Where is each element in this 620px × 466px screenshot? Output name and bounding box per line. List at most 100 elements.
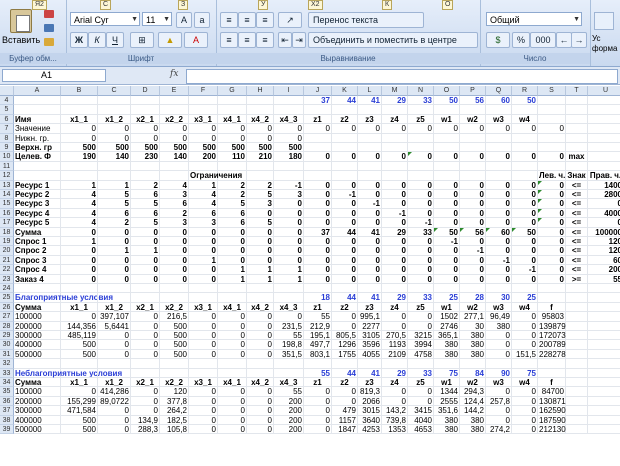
cell[interactable]: w2 — [460, 114, 486, 125]
cell[interactable]: Ограничения — [189, 171, 242, 181]
cell[interactable] — [304, 171, 332, 181]
cell[interactable]: z3 — [358, 114, 382, 125]
cell[interactable]: 33 — [408, 96, 434, 106]
cell[interactable]: 380 — [460, 349, 486, 360]
cell[interactable]: 0 — [189, 312, 218, 322]
cell[interactable]: 0 — [218, 396, 247, 407]
cell[interactable]: 55 — [588, 275, 620, 284]
cell[interactable]: 3 — [189, 218, 218, 228]
cell[interactable] — [566, 143, 588, 153]
cell[interactable]: 0 — [332, 274, 358, 284]
cell[interactable]: 105,8 — [160, 425, 189, 435]
cell[interactable]: 5 — [98, 199, 131, 209]
cell[interactable] — [588, 331, 620, 341]
cell[interactable]: 4055 — [358, 349, 382, 360]
cell[interactable]: 0 — [274, 246, 304, 256]
cell[interactable]: 0 — [218, 237, 247, 247]
cell[interactable]: 0 — [434, 246, 460, 256]
cell[interactable]: -1 — [408, 218, 434, 228]
conditional-format-label[interactable]: Ус — [592, 34, 601, 43]
cell[interactable]: 200 — [274, 415, 304, 425]
cell[interactable]: x1_1 — [61, 114, 98, 125]
cell[interactable]: <= — [566, 218, 588, 228]
cell[interactable]: 0 — [98, 227, 131, 237]
cell[interactable]: 0 — [512, 425, 538, 435]
cell[interactable]: 0 — [189, 415, 218, 425]
row-header[interactable]: 11 — [0, 161, 14, 172]
cell[interactable]: 0 — [304, 237, 332, 247]
cell[interactable]: Значение — [14, 124, 61, 134]
cell[interactable] — [189, 293, 218, 303]
cell[interactable]: 1400 — [588, 181, 620, 190]
cell[interactable]: w4 — [512, 378, 538, 388]
cell[interactable]: 0 — [189, 246, 218, 256]
cell[interactable] — [61, 161, 98, 172]
name-box[interactable]: A1 — [2, 69, 106, 82]
cell[interactable]: 365,1 — [434, 331, 460, 341]
cell[interactable]: 0 — [218, 312, 247, 322]
cell[interactable] — [538, 143, 566, 153]
cell[interactable]: 1 — [98, 180, 131, 190]
cell[interactable] — [131, 171, 160, 181]
row-header[interactable]: 26 — [0, 302, 14, 313]
cell[interactable] — [218, 161, 247, 172]
cell[interactable] — [408, 284, 434, 294]
cell[interactable] — [512, 143, 538, 153]
cell[interactable]: Прав. ч. — [588, 171, 620, 181]
cell[interactable] — [512, 161, 538, 172]
cell[interactable] — [588, 359, 620, 369]
cell[interactable] — [588, 152, 620, 162]
cell[interactable]: 0 — [538, 124, 566, 134]
cell[interactable]: 0 — [247, 340, 274, 350]
cell[interactable] — [486, 161, 512, 172]
number-format-select[interactable]: Общий ▼ — [486, 12, 582, 26]
cell[interactable]: 228278 — [538, 349, 566, 360]
cell[interactable]: 140 — [98, 152, 131, 162]
cell[interactable]: Ресурс 4 — [14, 208, 61, 219]
cell[interactable]: 41 — [358, 368, 382, 378]
cell[interactable]: 995,1 — [358, 312, 382, 322]
cell[interactable]: 0 — [98, 124, 131, 134]
cell[interactable]: 0 — [332, 312, 358, 322]
row-header[interactable]: 13 — [0, 180, 14, 190]
cell[interactable]: 400000 — [14, 415, 61, 425]
cell[interactable] — [434, 171, 460, 181]
cell[interactable]: 0 — [382, 180, 408, 190]
cell[interactable] — [332, 171, 358, 181]
cell[interactable]: 0 — [332, 246, 358, 256]
cell[interactable] — [160, 368, 189, 378]
cell[interactable] — [512, 133, 538, 143]
cell[interactable]: 500 — [160, 331, 189, 341]
cell[interactable]: 0 — [382, 312, 408, 322]
row-header[interactable]: 35 — [0, 387, 14, 397]
cell[interactable] — [14, 284, 61, 294]
font-name-select[interactable]: Arial Cyr ▼ — [70, 12, 140, 26]
cell[interactable] — [588, 350, 620, 360]
cell[interactable]: 0 — [486, 274, 512, 284]
cell[interactable]: 180 — [274, 152, 304, 162]
cell[interactable]: 0 — [486, 331, 512, 341]
cell[interactable]: 0 — [332, 218, 358, 228]
cell[interactable]: 0 — [434, 274, 460, 284]
cell[interactable] — [588, 293, 620, 303]
cell[interactable] — [382, 359, 408, 369]
cell[interactable] — [304, 143, 332, 153]
cell[interactable] — [408, 359, 434, 369]
column-header-h[interactable]: H — [247, 86, 274, 96]
cell[interactable]: w3 — [486, 302, 512, 313]
cell[interactable]: 0 — [538, 152, 566, 162]
cell[interactable]: 190 — [61, 152, 98, 162]
cell[interactable]: 96,49 — [486, 312, 512, 322]
cell[interactable] — [14, 105, 61, 115]
cell[interactable]: 1502 — [434, 312, 460, 322]
cell[interactable]: 739,8 — [382, 415, 408, 425]
cell[interactable]: 0 — [512, 406, 538, 416]
cell[interactable]: z3 — [358, 302, 382, 313]
cell[interactable]: w3 — [486, 378, 512, 388]
cell[interactable]: 0 — [274, 218, 304, 228]
cell[interactable] — [61, 368, 98, 378]
cell[interactable] — [98, 105, 131, 115]
grow-font-button[interactable]: A — [176, 12, 192, 28]
cell[interactable]: 3215 — [408, 331, 434, 341]
cell[interactable]: 400000 — [14, 340, 61, 350]
